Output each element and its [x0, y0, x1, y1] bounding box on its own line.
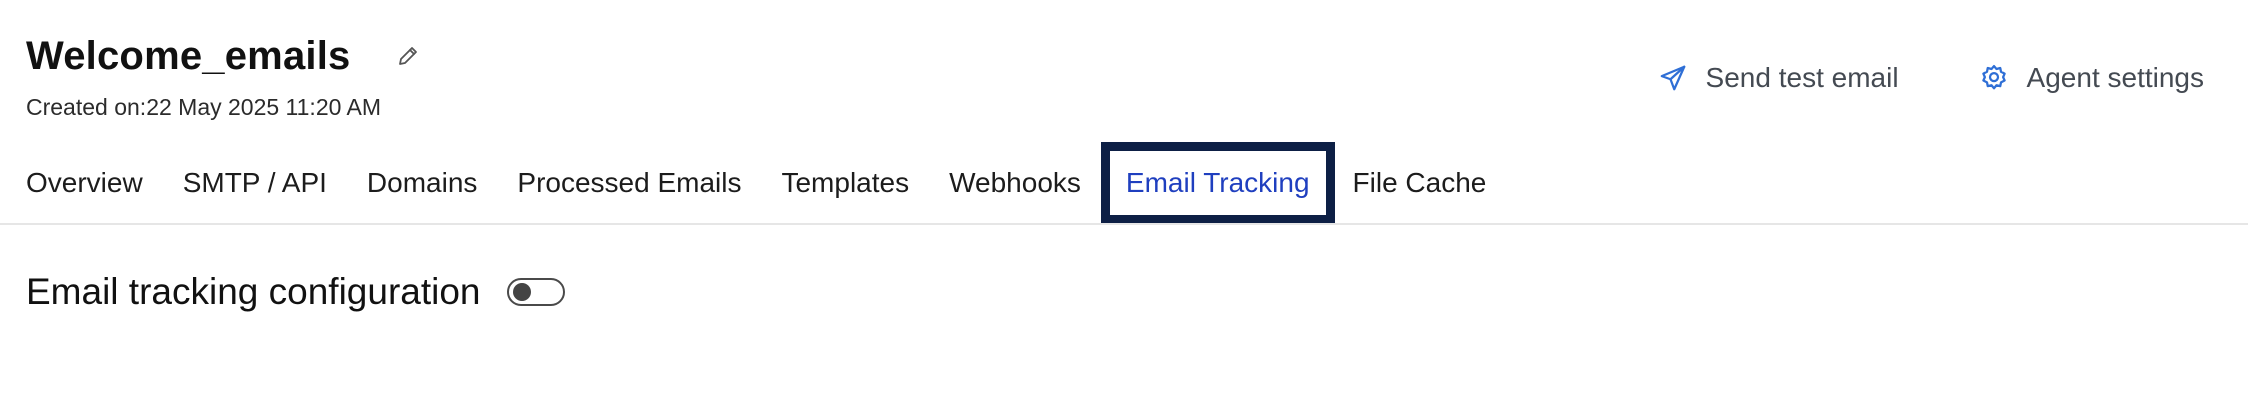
pencil-icon[interactable]	[394, 42, 422, 70]
email-tracking-toggle[interactable]	[506, 278, 565, 306]
toggle-knob	[512, 283, 531, 301]
page-header: Welcome_emails Created on:22 May 2025 11…	[26, 30, 422, 122]
tab-file-cache[interactable]: File Cache	[1341, 142, 1499, 224]
email-tracking-section: Email tracking configuration	[26, 268, 565, 316]
send-test-email-label: Send test email	[1705, 62, 1899, 93]
agent-settings-button[interactable]: Agent settings	[1979, 60, 2204, 96]
section-title: Email tracking configuration	[26, 271, 481, 312]
send-test-email-button[interactable]: Send test email	[1658, 60, 1899, 96]
page-title: Welcome_emails	[26, 34, 351, 78]
title-row: Welcome_emails	[26, 30, 422, 82]
header-actions: Send test email Agent settings	[1658, 60, 2204, 96]
tab-overview[interactable]: Overview	[26, 142, 155, 224]
paper-plane-icon	[1660, 65, 1685, 91]
gear-icon	[1981, 65, 2006, 90]
tab-email-tracking[interactable]: Email Tracking	[1100, 142, 1335, 224]
agent-settings-label: Agent settings	[2026, 62, 2204, 93]
tab-webhooks[interactable]: Webhooks	[937, 142, 1093, 224]
tab-processed-emails[interactable]: Processed Emails	[505, 142, 753, 224]
tab-templates[interactable]: Templates	[769, 142, 921, 224]
tab-smtp-api[interactable]: SMTP / API	[171, 142, 339, 224]
tab-domains[interactable]: Domains	[355, 142, 489, 224]
tab-divider	[0, 223, 2248, 225]
created-on-text: Created on:22 May 2025 11:20 AM	[26, 94, 382, 120]
tab-bar: Overview SMTP / API Domains Processed Em…	[26, 142, 1514, 224]
